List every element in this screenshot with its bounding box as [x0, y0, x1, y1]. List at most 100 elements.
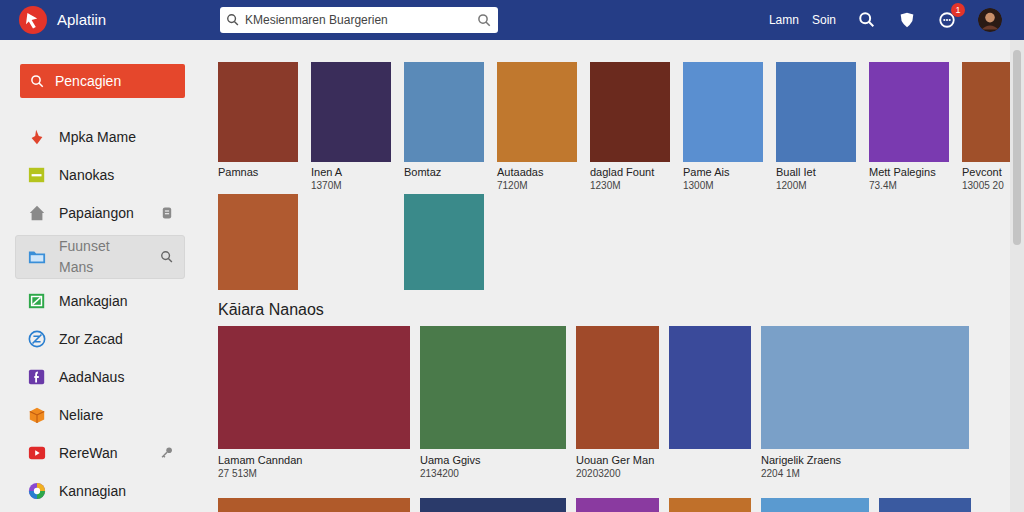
sidebar-item[interactable]: Mpka Mame — [15, 121, 185, 153]
scrollbar[interactable] — [1010, 40, 1024, 512]
header-icons: 1 — [858, 8, 1024, 32]
game-title: daglad Fount — [590, 166, 670, 179]
sidebar-item-label: Mankagian — [59, 291, 147, 312]
sidebar-item-label: Papaiangon — [59, 203, 147, 224]
game-cover — [404, 62, 484, 162]
content: Pencagien Mpka Mame Nanokas Papaiangon Fuuns… — [0, 40, 1024, 512]
game-title: Inen A — [311, 166, 391, 179]
logo-icon — [19, 6, 47, 34]
sidebar-item[interactable]: Kannagian — [15, 475, 185, 507]
game-cover — [683, 62, 763, 162]
sidebar-item[interactable]: AadaNaus — [15, 361, 185, 393]
featured-count: 20203200 — [576, 467, 659, 480]
featured-cover[interactable] — [576, 498, 659, 512]
game-tile[interactable]: Buall Iet1200M — [776, 62, 856, 192]
game-tile[interactable]: Pamnas — [218, 62, 298, 192]
sidebar-item[interactable]: Mankagian — [15, 285, 185, 317]
sidebar-item-label: Mpka Mame — [59, 127, 147, 148]
featured-count: 2204 1M — [761, 467, 969, 480]
search-value: KMesienmaren Buargerien — [245, 11, 472, 29]
sidebar-item[interactable]: Nanokas — [15, 159, 185, 191]
game-grid: PamnasInen A1370MBomtazAutaadas7120Mdagl… — [218, 62, 1010, 290]
game-tile[interactable]: Mett Palegins73.4M — [869, 62, 949, 192]
category-icon — [28, 166, 46, 184]
game-count: 73.4M — [869, 179, 949, 192]
trailing-badge-icon — [160, 206, 174, 220]
category-icon — [28, 368, 46, 386]
game-count: 1300M — [683, 179, 763, 192]
shield-icon[interactable] — [898, 11, 916, 29]
category-icon — [28, 406, 46, 424]
chat-button[interactable]: 1 — [938, 11, 956, 29]
featured-card[interactable] — [669, 326, 751, 449]
featured-title: Narigelik Zraens — [761, 454, 969, 467]
sidebar-item-label: Fuunset Mans — [59, 236, 147, 278]
featured-cover[interactable] — [761, 498, 869, 512]
featured-cover — [576, 326, 659, 449]
featured-card[interactable]: Uama Ggivs2134200 — [420, 326, 566, 480]
game-title: Pamnas — [218, 166, 298, 179]
sidebar-item[interactable]: Papaiangon — [15, 197, 185, 229]
game-count: 1200M — [776, 179, 856, 192]
header-link[interactable]: Soin — [812, 11, 836, 29]
scrollbar-thumb[interactable] — [1013, 50, 1021, 245]
game-tile[interactable]: daglad Fount1230M — [590, 62, 670, 192]
featured-cover[interactable] — [218, 498, 410, 512]
game-title: Pame Ais — [683, 166, 763, 179]
game-cover[interactable] — [218, 194, 298, 290]
sidebar-item-label: AadaNaus — [59, 367, 147, 388]
sidebar-item-label: RereWan — [59, 443, 147, 464]
game-tile[interactable]: Inen A1370M — [311, 62, 391, 192]
primary-button-label: Pencagien — [55, 71, 121, 92]
sidebar-item[interactable]: Zor Zacad — [15, 323, 185, 355]
brand[interactable]: Aplatiin — [0, 6, 220, 34]
featured-card[interactable]: Lamam Canndan27 513M — [218, 326, 410, 480]
category-icon — [28, 444, 46, 462]
game-count: 7120M — [497, 179, 577, 192]
game-cover[interactable] — [404, 194, 484, 290]
game-cover — [962, 62, 1010, 162]
game-title: Buall Iet — [776, 166, 856, 179]
category-icon — [28, 248, 46, 266]
featured-cover — [420, 326, 566, 449]
primary-button[interactable]: Pencagien — [20, 64, 185, 98]
sidebar-item[interactable]: Fuunset Mans — [15, 235, 185, 279]
featured-count: 27 513M — [218, 467, 410, 480]
avatar-icon[interactable] — [978, 8, 1002, 32]
sidebar-item-label: Zor Zacad — [59, 329, 147, 350]
featured-row: Lamam Canndan27 513MUama Ggivs2134200Uou… — [218, 326, 1010, 480]
featured-title: Uouan Ger Man — [576, 454, 659, 467]
search-icon[interactable] — [477, 13, 492, 28]
featured-cover[interactable] — [669, 498, 751, 512]
sidebar-list: Mpka Mame Nanokas Papaiangon Fuunset Mans Ma… — [0, 118, 200, 510]
featured-cover[interactable] — [879, 498, 971, 512]
trailing-key-icon — [160, 446, 174, 460]
game-tile[interactable]: Bomtaz — [404, 62, 484, 192]
game-cover — [590, 62, 670, 162]
game-tile[interactable]: Pame Ais1300M — [683, 62, 763, 192]
game-count: 1230M — [590, 179, 670, 192]
game-tile[interactable]: Pevcont13005 20 — [962, 62, 1010, 192]
featured-card[interactable]: Narigelik Zraens2204 1M — [761, 326, 969, 480]
header-link[interactable]: Lamn — [769, 11, 799, 29]
sidebar-item-label: Nanokas — [59, 165, 147, 186]
sidebar-item-label: Neliare — [59, 405, 147, 426]
category-icon — [28, 330, 46, 348]
featured-cover[interactable] — [420, 498, 566, 512]
search-icon — [226, 13, 240, 27]
game-tile[interactable]: Autaadas7120M — [497, 62, 577, 192]
sidebar-item[interactable]: Neliare — [15, 399, 185, 431]
game-cover — [776, 62, 856, 162]
sidebar-item-label: Kannagian — [59, 481, 147, 502]
game-cover — [869, 62, 949, 162]
search-box[interactable]: KMesienmaren Buargerien — [220, 7, 498, 33]
featured-card[interactable]: Uouan Ger Man20203200 — [576, 326, 659, 480]
game-title: Bomtaz — [404, 166, 484, 179]
main-area: PamnasInen A1370MBomtazAutaadas7120Mdagl… — [200, 40, 1010, 512]
search-icon[interactable] — [858, 11, 876, 29]
sidebar-item[interactable]: RereWan — [15, 437, 185, 469]
